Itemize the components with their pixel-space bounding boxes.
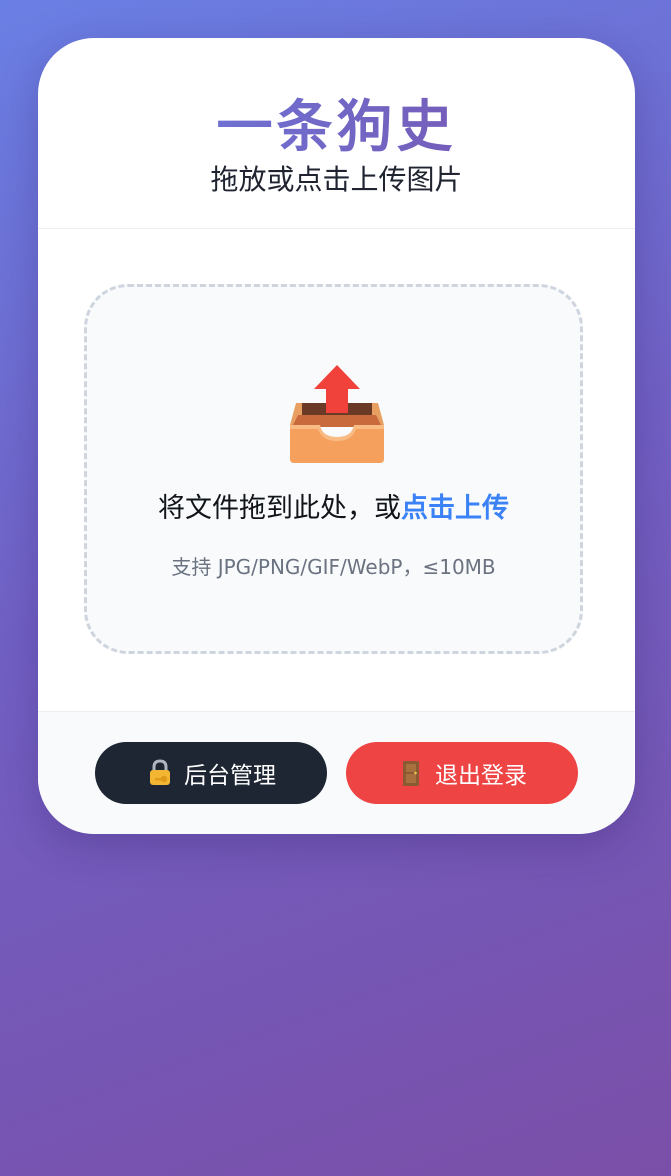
- admin-button[interactable]: 后台管理: [95, 742, 327, 804]
- logout-button-label: 退出登录: [435, 763, 527, 789]
- admin-button-label: 后台管理: [184, 763, 276, 789]
- upload-tray-icon: [290, 365, 384, 463]
- door-icon: [403, 761, 419, 786]
- card-body: 将文件拖到此处，或点击上传 支持 JPG/PNG/GIF/WebP，≤10MB: [38, 229, 635, 711]
- card-header: 一条狗史 拖放或点击上传图片: [38, 38, 635, 229]
- upload-dropzone[interactable]: 将文件拖到此处，或点击上传 支持 JPG/PNG/GIF/WebP，≤10MB: [84, 284, 583, 654]
- logout-button[interactable]: 退出登录: [346, 742, 578, 804]
- dropzone-instruction: 将文件拖到此处，或点击上传: [87, 491, 580, 527]
- card-footer: 后台管理 退出登录: [38, 711, 635, 834]
- dropzone-text: 将文件拖到此处，或: [158, 493, 401, 524]
- lock-key-icon: [150, 759, 170, 785]
- click-upload-link[interactable]: 点击上传: [401, 493, 509, 524]
- supported-formats-hint: 支持 JPG/PNG/GIF/WebP，≤10MB: [171, 555, 496, 579]
- page-title: 一条狗史: [38, 38, 635, 160]
- page-subtitle: 拖放或点击上传图片: [210, 163, 463, 196]
- upload-card: 一条狗史 拖放或点击上传图片 将文件拖到此处，或点击上传 支持 JPG/PNG/…: [38, 38, 635, 834]
